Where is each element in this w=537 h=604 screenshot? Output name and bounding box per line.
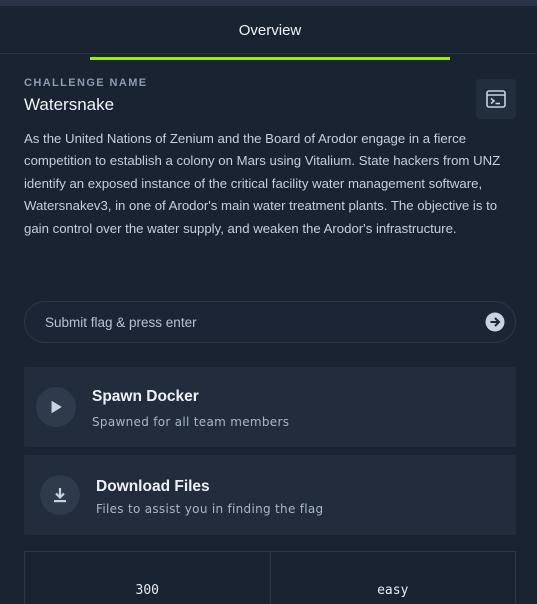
flag-submit-button[interactable] xyxy=(485,312,505,332)
download-icon xyxy=(54,488,66,503)
difficulty-value: easy xyxy=(269,552,516,604)
download-icon-circle xyxy=(40,475,80,515)
tab-bar: Overview xyxy=(0,6,537,60)
spawn-docker-subtitle: Spawned for all team members xyxy=(92,415,290,429)
arrow-right-circle-icon xyxy=(485,312,505,332)
play-icon-circle xyxy=(36,387,76,427)
terminal-window-icon xyxy=(486,90,506,108)
challenge-description: As the United Nations of Zenium and the … xyxy=(24,131,501,236)
spawn-docker-title: Spawn Docker xyxy=(92,388,199,405)
challenge-name-label: CHALLENGE NAME xyxy=(24,77,148,89)
tab-overview[interactable]: Overview xyxy=(90,6,450,54)
play-icon xyxy=(51,401,62,413)
spawn-docker-button[interactable]: Spawn Docker Spawned for all team member… xyxy=(24,367,516,447)
challenge-title: Watersnake xyxy=(24,95,115,114)
download-files-subtitle: Files to assist you in finding the flag xyxy=(96,502,324,516)
terminal-button[interactable] xyxy=(476,79,516,119)
flag-input[interactable] xyxy=(45,302,475,342)
download-files-title: Download Files xyxy=(96,478,210,495)
download-files-button[interactable]: Download Files Files to assist you in fi… xyxy=(24,455,516,535)
challenge-stats: 300 easy xyxy=(24,551,516,604)
flag-form xyxy=(24,301,516,343)
active-tab-indicator xyxy=(90,57,450,60)
points-value: 300 xyxy=(135,583,159,598)
